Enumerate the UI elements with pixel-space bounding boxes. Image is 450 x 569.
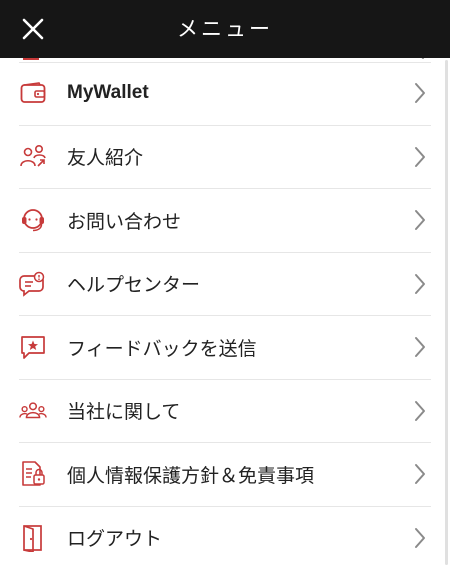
page-title: メニュー bbox=[177, 17, 273, 41]
refer-friend-icon bbox=[19, 143, 47, 171]
logout-door-icon bbox=[19, 524, 47, 552]
menu-item-label: ログアウト bbox=[67, 528, 163, 551]
menu-list: MyWallet 友人紹介 お問い合わせ ヘルプセンター フィードバックを送信 … bbox=[0, 62, 450, 569]
menu-scroll-area[interactable]: MyWallet 友人紹介 お問い合わせ ヘルプセンター フィードバックを送信 … bbox=[0, 58, 450, 569]
menu-item-feedback[interactable]: フィードバックを送信 bbox=[19, 316, 431, 380]
menu-item-label: フィードバックを送信 bbox=[67, 337, 257, 360]
scrollbar[interactable] bbox=[445, 60, 448, 565]
menu-item-refer-friend[interactable]: 友人紹介 bbox=[19, 126, 431, 189]
menu-item-label: 当社に関して bbox=[67, 401, 181, 424]
chevron-right-icon bbox=[415, 400, 425, 421]
menu-item-label: MyWallet bbox=[67, 82, 149, 104]
chevron-right-icon bbox=[415, 464, 425, 485]
chevron-right-icon bbox=[415, 83, 425, 104]
menu-item-mywallet[interactable]: MyWallet bbox=[19, 62, 431, 126]
feedback-icon bbox=[19, 333, 47, 361]
menu-item-contact[interactable]: お問い合わせ bbox=[19, 189, 431, 253]
help-chat-icon bbox=[19, 270, 47, 298]
menu-item-logout[interactable]: ログアウト bbox=[19, 507, 431, 569]
chevron-right-icon bbox=[415, 527, 425, 548]
people-group-icon bbox=[19, 397, 47, 425]
menu-item-about-us[interactable]: 当社に関して bbox=[19, 380, 431, 443]
chevron-right-icon bbox=[415, 146, 425, 167]
chevron-right-icon bbox=[415, 210, 425, 231]
header-bar: メニュー bbox=[0, 0, 450, 58]
wallet-icon bbox=[19, 79, 47, 107]
menu-item-label: 個人情報保護方針＆免責事項 bbox=[67, 464, 315, 487]
menu-item-label: お問い合わせ bbox=[67, 210, 182, 233]
headset-icon bbox=[19, 206, 47, 234]
close-button[interactable] bbox=[16, 12, 50, 46]
close-icon bbox=[22, 18, 44, 40]
menu-item-label: 友人紹介 bbox=[67, 147, 144, 170]
menu-item-help-center[interactable]: ヘルプセンター bbox=[19, 253, 431, 316]
chevron-right-icon bbox=[421, 58, 424, 59]
chevron-right-icon bbox=[415, 273, 425, 294]
menu-screen: メニュー MyWallet 友人紹介 お問い合わせ ヘルプセンター フィードバッ… bbox=[0, 0, 450, 569]
privacy-document-icon bbox=[19, 460, 47, 488]
menu-item-privacy-policy[interactable]: 個人情報保護方針＆免責事項 bbox=[19, 443, 431, 507]
chevron-right-icon bbox=[415, 337, 425, 358]
partial-menu-icon bbox=[23, 58, 39, 60]
menu-item-label: ヘルプセンター bbox=[67, 274, 201, 297]
